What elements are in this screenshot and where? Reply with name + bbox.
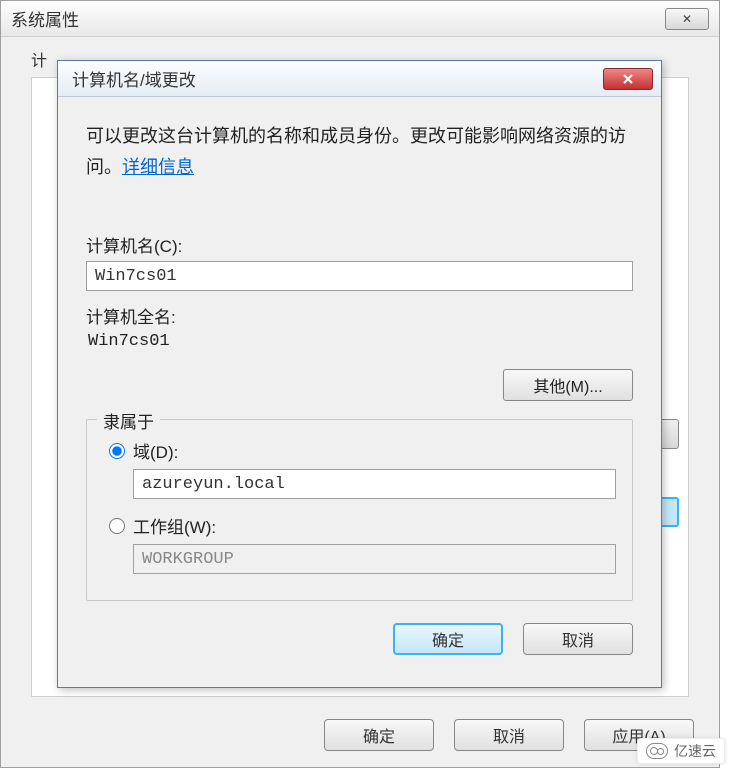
parent-close-button[interactable]: ✕	[665, 8, 709, 30]
more-info-link[interactable]: 详细信息	[122, 157, 194, 177]
child-titlebar: 计算机名/域更改	[58, 61, 661, 97]
full-name-label: 计算机全名:	[86, 303, 633, 328]
child-button-row: 确定 取消	[86, 623, 633, 655]
other-button-row: 其他(M)...	[86, 369, 633, 401]
computer-name-label: 计算机名(C):	[86, 232, 633, 257]
watermark-badge: 亿速云	[637, 738, 725, 764]
workgroup-radio-row: 工作组(W):	[109, 513, 616, 538]
parent-cancel-button[interactable]: 取消	[454, 719, 564, 751]
description-text: 可以更改这台计算机的名称和成员身份。更改可能影响网络资源的访问。详细信息	[86, 121, 633, 182]
full-name-value: Win7cs01	[86, 332, 633, 351]
domain-radio-row: 域(D):	[109, 438, 616, 463]
cloud-icon	[646, 743, 668, 759]
computer-name-input[interactable]	[86, 261, 633, 291]
parent-titlebar: 系统属性 ✕	[1, 1, 719, 37]
close-icon	[622, 73, 634, 85]
workgroup-radio-label[interactable]: 工作组(W):	[133, 513, 216, 538]
watermark-text: 亿速云	[674, 741, 716, 761]
other-button[interactable]: 其他(M)...	[503, 369, 633, 401]
parent-ok-button[interactable]: 确定	[324, 719, 434, 751]
parent-title: 系统属性	[11, 6, 79, 31]
child-close-button[interactable]	[603, 68, 653, 90]
member-of-legend: 隶属于	[97, 408, 160, 433]
computer-name-domain-change-dialog: 计算机名/域更改 可以更改这台计算机的名称和成员身份。更改可能影响网络资源的访问…	[57, 60, 662, 688]
parent-partial-button[interactable]	[659, 419, 679, 449]
close-icon: ✕	[682, 12, 692, 26]
member-of-fieldset: 隶属于 域(D): 工作组(W):	[86, 419, 633, 601]
child-body: 可以更改这台计算机的名称和成员身份。更改可能影响网络资源的访问。详细信息 计算机…	[58, 97, 661, 687]
child-ok-button[interactable]: 确定	[393, 623, 503, 655]
parent-tab-computer-name[interactable]: 计	[31, 47, 47, 71]
child-title: 计算机名/域更改	[72, 66, 196, 91]
parent-partial-highlight[interactable]	[659, 497, 679, 527]
child-cancel-button[interactable]: 取消	[523, 623, 633, 655]
workgroup-radio[interactable]	[109, 518, 125, 534]
domain-radio[interactable]	[109, 443, 125, 459]
domain-radio-label[interactable]: 域(D):	[133, 438, 178, 463]
workgroup-input	[133, 544, 616, 574]
domain-input[interactable]	[133, 469, 616, 499]
